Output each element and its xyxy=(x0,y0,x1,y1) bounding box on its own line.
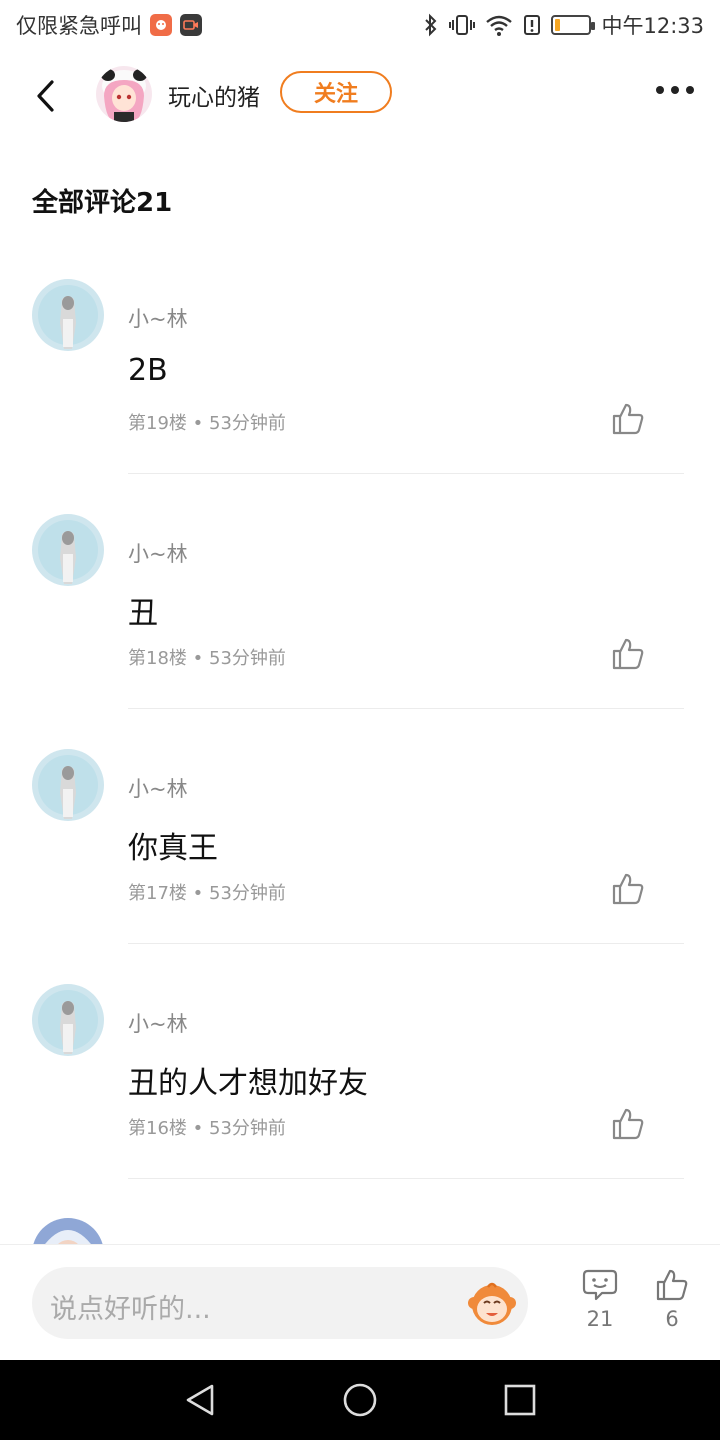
battery-icon xyxy=(551,15,596,35)
comment-time: 53分钟前 xyxy=(209,883,286,904)
meta-separator: • xyxy=(192,1118,204,1139)
meta-separator: • xyxy=(192,413,204,434)
comment-divider xyxy=(128,943,684,944)
comment-time: 53分钟前 xyxy=(209,413,286,434)
comment-item: 小~林 丑 第18楼 • 53分钟前 xyxy=(0,514,720,749)
nav-recents-button[interactable] xyxy=(502,1382,538,1418)
comment-meta: 第19楼 • 53分钟前 xyxy=(128,409,286,435)
status-time: 中午12:33 xyxy=(601,14,704,38)
more-options-button[interactable] xyxy=(656,86,694,94)
emoji-button[interactable] xyxy=(466,1277,518,1329)
comments-button[interactable]: 21 xyxy=(570,1267,630,1331)
circle-home-icon xyxy=(343,1383,377,1417)
system-nav-bar xyxy=(0,1360,720,1440)
comment-input-bar: 说点好听的... 21 6 xyxy=(0,1244,720,1360)
thumbs-up-icon xyxy=(612,873,644,905)
battery-level xyxy=(555,19,561,31)
comment-like-button[interactable] xyxy=(610,871,646,907)
square-recents-icon xyxy=(504,1384,536,1416)
comment-item: 小~林 丑的人才想加好友 第16楼 • 53分钟前 xyxy=(0,984,720,1219)
thumbs-up-icon xyxy=(612,1108,644,1140)
comment-count: 21 xyxy=(586,1307,614,1331)
comment-floor: 第16楼 xyxy=(128,1118,187,1139)
comment-floor: 第19楼 xyxy=(128,413,187,434)
comment-time: 53分钟前 xyxy=(209,1118,286,1139)
comment-like-button[interactable] xyxy=(610,401,646,437)
thumbs-up-icon xyxy=(612,403,644,435)
commenter-avatar[interactable] xyxy=(32,279,104,351)
comment-floor: 第18楼 xyxy=(128,648,187,669)
comment-input[interactable]: 说点好听的... xyxy=(32,1267,528,1339)
comment-text: 丑的人才想加好友 xyxy=(128,1066,368,1101)
comment-divider xyxy=(128,708,684,709)
commenter-avatar[interactable] xyxy=(32,984,104,1056)
commenter-name[interactable]: 小~林 xyxy=(128,303,188,333)
comment-time: 53分钟前 xyxy=(209,648,286,669)
status-bar: 仅限紧急呼叫 中午12:33 xyxy=(0,0,720,50)
chevron-left-icon xyxy=(37,80,54,112)
comment-text: 2B xyxy=(128,353,168,388)
wifi-icon xyxy=(486,15,513,36)
commenter-avatar[interactable] xyxy=(32,514,104,586)
meta-separator: • xyxy=(192,648,204,669)
comment-item: 小~林 你真王 第17楼 • 53分钟前 xyxy=(0,749,720,984)
more-dot-icon xyxy=(671,86,679,94)
app-notification-icon xyxy=(150,14,172,36)
comment-meta: 第17楼 • 53分钟前 xyxy=(128,879,286,905)
triangle-back-icon xyxy=(186,1384,214,1416)
back-button[interactable] xyxy=(30,76,64,116)
monkey-emoji-icon xyxy=(468,1282,516,1325)
bluetooth-icon xyxy=(425,13,437,37)
comment-like-button[interactable] xyxy=(610,1106,646,1142)
vibrate-icon xyxy=(449,15,476,35)
post-like-button[interactable]: 6 xyxy=(642,1267,702,1331)
more-dot-icon xyxy=(686,86,694,94)
screen-record-icon xyxy=(180,14,202,36)
comment-floor: 第17楼 xyxy=(128,883,187,904)
follow-button[interactable]: 关注 xyxy=(280,71,392,113)
alert-icon xyxy=(524,15,541,35)
input-placeholder: 说点好听的... xyxy=(50,1294,211,1325)
thumbs-up-icon xyxy=(612,638,644,670)
status-left: 仅限紧急呼叫 xyxy=(16,10,202,40)
commenter-name[interactable]: 小~林 xyxy=(128,538,188,568)
comment-text: 你真王 xyxy=(128,831,218,866)
meta-separator: • xyxy=(192,883,204,904)
nav-back-button[interactable] xyxy=(182,1382,218,1418)
commenter-name[interactable]: 小~林 xyxy=(128,1008,188,1038)
comment-divider xyxy=(128,473,684,474)
commenter-avatar[interactable] xyxy=(32,749,104,821)
more-dot-icon xyxy=(656,86,664,94)
nav-home-button[interactable] xyxy=(342,1382,378,1418)
status-right: 中午12:33 xyxy=(423,10,704,40)
commenter-name[interactable]: 小~林 xyxy=(128,773,188,803)
comment-meta: 第18楼 • 53分钟前 xyxy=(128,644,286,670)
author-name[interactable]: 玩心的猪 xyxy=(168,78,260,112)
like-count: 6 xyxy=(665,1307,679,1331)
comment-bubble-icon xyxy=(582,1269,618,1301)
comment-item: 小~林 2B 第19楼 • 53分钟前 xyxy=(0,279,720,514)
thumbs-up-icon xyxy=(656,1269,688,1301)
post-header: 玩心的猪 关注 xyxy=(0,50,720,136)
comment-divider xyxy=(128,1178,684,1179)
comments-title: 全部评论21 xyxy=(32,188,173,218)
carrier-text: 仅限紧急呼叫 xyxy=(16,14,142,38)
comment-like-button[interactable] xyxy=(610,636,646,672)
author-avatar[interactable] xyxy=(96,66,152,122)
comment-text: 丑 xyxy=(128,596,158,631)
comment-meta: 第16楼 • 53分钟前 xyxy=(128,1114,286,1140)
